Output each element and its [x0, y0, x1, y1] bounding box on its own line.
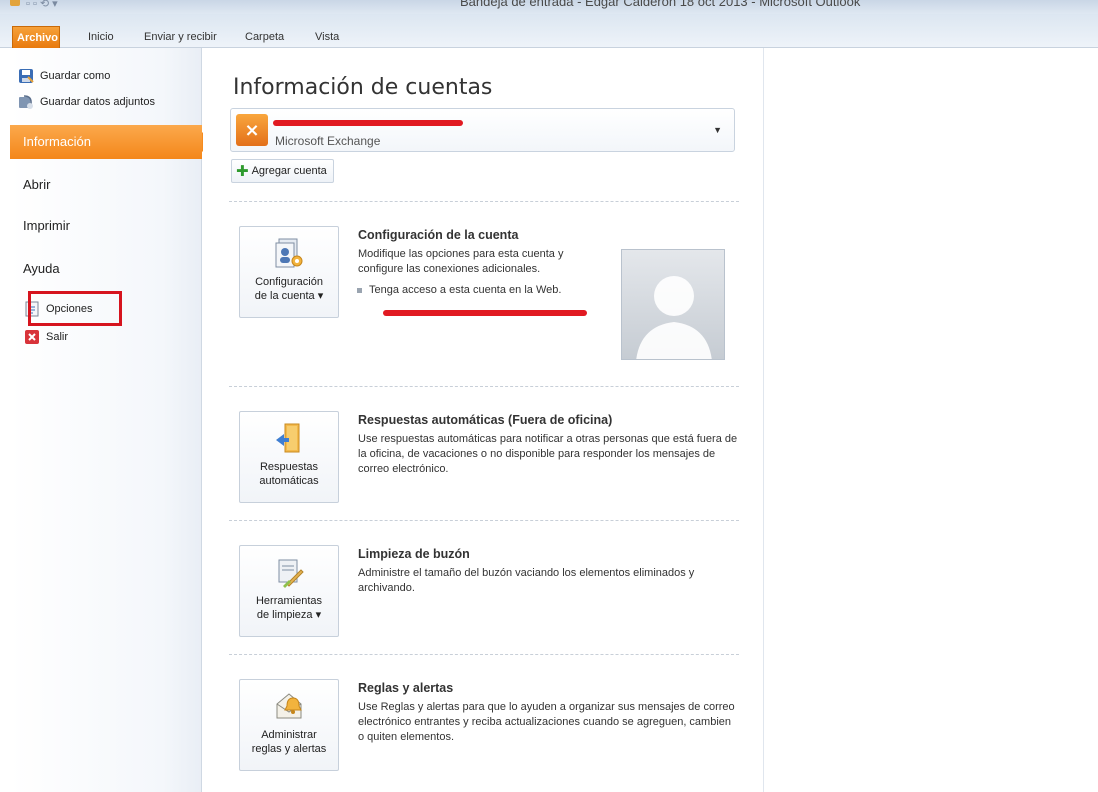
tab-vista[interactable]: Vista — [311, 26, 343, 48]
divider — [229, 654, 739, 655]
save-attachments-button[interactable]: Guardar datos adjuntos — [18, 92, 155, 112]
redacted-account-email — [273, 120, 463, 126]
save-attachments-label: Guardar datos adjuntos — [40, 96, 155, 108]
right-pane — [763, 48, 1098, 792]
save-as-button[interactable]: Guardar como — [18, 66, 110, 86]
exit-label: Salir — [46, 331, 69, 343]
account-settings-label-2: de la cuenta ▾ — [254, 290, 324, 302]
account-settings-description: Modifique las opciones para esta cuenta … — [358, 248, 564, 275]
tab-archivo[interactable]: Archivo — [12, 26, 60, 48]
automatic-replies-description: Use respuestas automáticas para notifica… — [358, 433, 738, 475]
mailbox-cleanup-heading: Limpieza de buzón — [358, 547, 470, 561]
page-title: Información de cuentas — [233, 75, 493, 100]
nav-page-abrir[interactable]: Abrir — [10, 168, 202, 202]
cleanup-tools-label-2: de limpieza ▾ — [256, 609, 322, 621]
tab-carpeta[interactable]: Carpeta — [241, 26, 288, 48]
person-silhouette-icon — [636, 276, 712, 359]
mailbox-cleanup-description: Administre el tamaño del buzón vaciando … — [358, 567, 695, 594]
account-settings-label-1: Configuración — [255, 276, 323, 288]
save-as-label: Guardar como — [40, 70, 111, 82]
cleanup-tools-icon — [273, 556, 305, 588]
rules-alerts-heading: Reglas y alertas — [358, 681, 454, 695]
manage-rules-alerts-button[interactable]: Administrar reglas y alertas — [239, 679, 339, 771]
automatic-replies-button[interactable]: Respuestas automáticas — [239, 411, 339, 503]
divider — [229, 520, 739, 521]
account-type: Microsoft Exchange — [275, 134, 381, 148]
tab-enviar-y-recibir[interactable]: Enviar y recibir — [140, 26, 221, 48]
plus-icon: ✚ — [236, 162, 249, 180]
exit-icon — [24, 329, 40, 345]
divider — [229, 201, 739, 202]
account-settings-button[interactable]: Configuración de la cuenta ▾ — [239, 226, 339, 318]
nav-page-informacion[interactable]: Información — [10, 125, 212, 159]
add-account-button[interactable]: ✚ Agregar cuenta — [231, 159, 334, 183]
quick-access-toolbar[interactable]: ▫ ▫ ⟲ ▾ — [26, 0, 58, 10]
outlook-app-icon[interactable] — [10, 0, 20, 6]
tab-inicio[interactable]: Inicio — [84, 26, 118, 48]
save-attachments-icon — [18, 94, 34, 110]
nav-page-ayuda[interactable]: Ayuda — [10, 252, 202, 286]
exchange-icon: ⨯ — [236, 114, 268, 146]
cleanup-tools-label-1: Herramientas — [255, 595, 323, 607]
web-access-bullet: Tenga acceso a esta cuenta en la Web. — [356, 284, 562, 296]
automatic-replies-heading: Respuestas automáticas (Fuera de oficina… — [358, 413, 613, 427]
avatar — [621, 249, 725, 360]
automatic-replies-label-1: Respuestas — [259, 461, 319, 473]
window-title: Bandeja de entrada - Edgar Calderón 18 o… — [460, 0, 861, 9]
account-info-page: Información de cuentas ⨯ Microsoft Excha… — [203, 48, 763, 792]
automatic-replies-icon — [273, 422, 305, 454]
manage-rules-alerts-label-1: Administrar — [261, 729, 317, 741]
title-bar: ▫ ▫ ⟲ ▾ Bandeja de entrada - Edgar Calde… — [0, 0, 1098, 14]
add-account-label: Agregar cuenta — [251, 165, 327, 177]
redacted-web-link[interactable] — [383, 310, 587, 316]
account-settings-icon — [273, 237, 305, 269]
account-settings-heading: Configuración de la cuenta — [358, 228, 519, 242]
rules-alerts-icon — [273, 690, 305, 722]
backstage-nav: Guardar como Guardar datos adjuntos Info… — [10, 48, 212, 792]
exit-button[interactable]: Salir — [24, 327, 68, 347]
nav-page-imprimir[interactable]: Imprimir — [10, 209, 202, 243]
options-highlight-box — [28, 291, 122, 326]
cleanup-tools-button[interactable]: Herramientas de limpieza ▾ — [239, 545, 339, 637]
ribbon-tab-bar: Archivo Inicio Enviar y recibir Carpeta … — [0, 14, 1098, 48]
manage-rules-alerts-label-2: reglas y alertas — [251, 743, 327, 755]
divider — [229, 386, 739, 387]
rules-alerts-description: Use Reglas y alertas para que lo ayuden … — [358, 701, 735, 743]
automatic-replies-label-2: automáticas — [259, 475, 319, 487]
account-selector[interactable]: ⨯ Microsoft Exchange ▼ — [230, 108, 735, 152]
save-as-icon — [18, 68, 34, 84]
chevron-down-icon: ▼ — [713, 125, 722, 135]
